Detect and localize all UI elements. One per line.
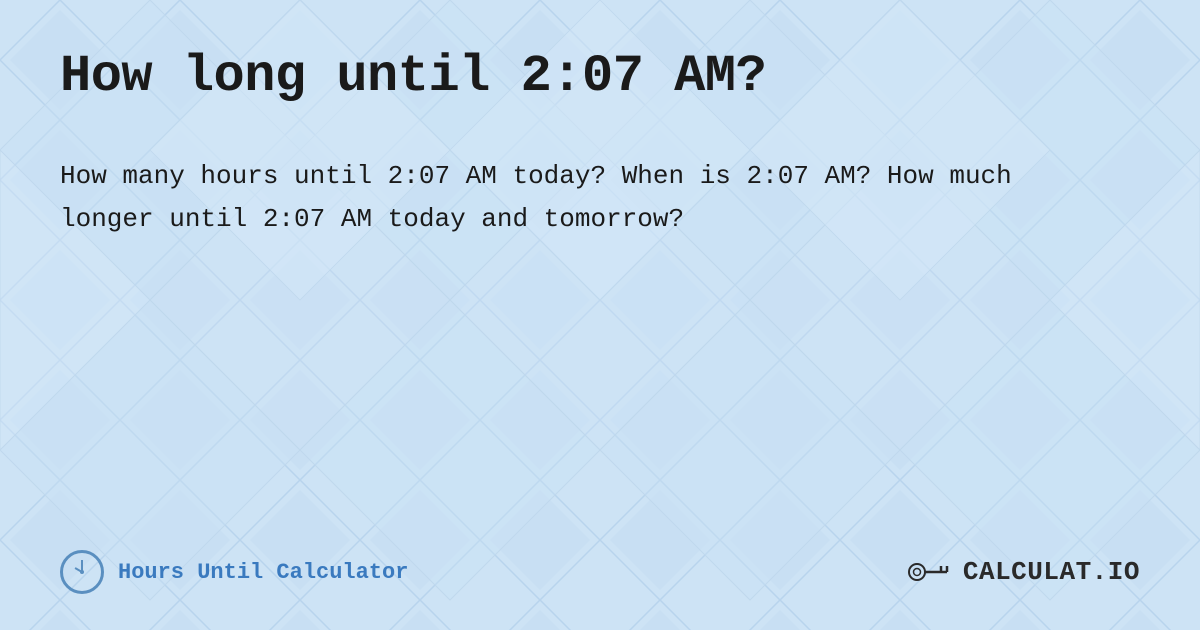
page-description: How many hours until 2:07 AM today? When… xyxy=(60,155,1110,241)
page-title: How long until 2:07 AM? xyxy=(60,48,1140,105)
main-content: How long until 2:07 AM? How many hours u… xyxy=(0,0,1200,630)
